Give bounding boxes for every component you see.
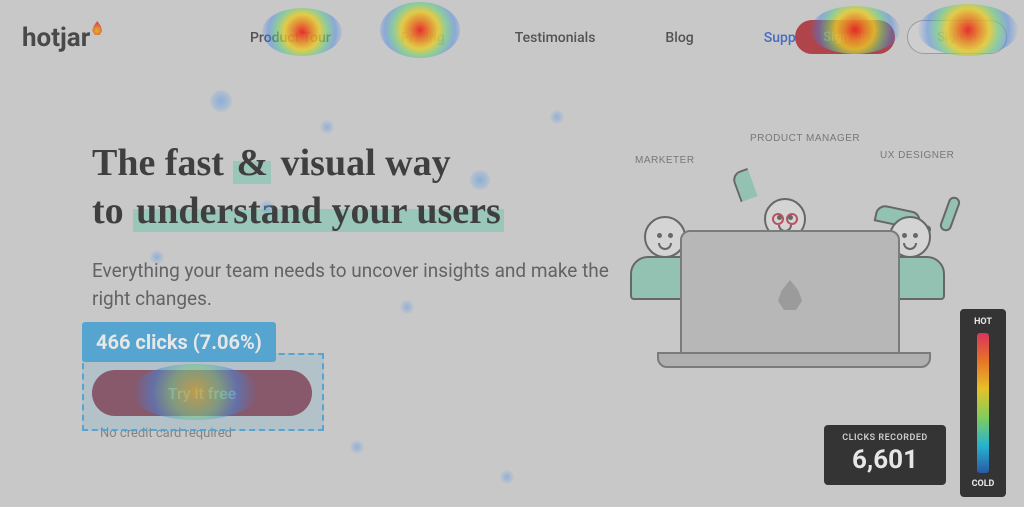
- heat-speck: [500, 470, 514, 484]
- heatmap-tooltip: 466 clicks (7.06%): [82, 322, 276, 362]
- heat-speck: [350, 440, 364, 454]
- hero-subtext: Everything your team needs to uncover in…: [92, 257, 612, 312]
- heat-scale: HOT COLD: [960, 309, 1006, 497]
- nav-blog[interactable]: Blog: [665, 30, 693, 46]
- hero-h1-hl: understand your users: [133, 190, 504, 232]
- clicks-recorded-label: CLICKS RECORDED: [824, 433, 946, 443]
- hero-h1-amp: &: [233, 142, 271, 184]
- hero-h1-b: visual way: [271, 142, 450, 184]
- hero-heading: The fast & visual way to understand your…: [92, 140, 612, 235]
- primary-nav: Product Tour Pricing Testimonials Blog S…: [250, 30, 814, 46]
- illus-laptop: [680, 230, 900, 360]
- hero: The fast & visual way to understand your…: [92, 140, 612, 312]
- try-free-button[interactable]: Try it free: [92, 370, 312, 416]
- page-root: hotjar Product Tour Pricing Testimonials…: [0, 0, 1024, 507]
- nav-product-tour[interactable]: Product Tour: [250, 30, 331, 46]
- clicks-recorded-value: 6,601: [824, 445, 946, 475]
- signin-label: Sign in: [937, 30, 977, 45]
- brand-logo[interactable]: hotjar: [22, 23, 102, 53]
- nav-testimonials[interactable]: Testimonials: [515, 30, 596, 46]
- clicks-recorded-panel: CLICKS RECORDED 6,601: [824, 425, 946, 485]
- scale-cold-label: COLD: [972, 479, 995, 489]
- hero-h1-a: The fast: [92, 142, 233, 184]
- signin-button[interactable]: Sign in: [907, 20, 1007, 54]
- flame-icon: [778, 280, 802, 310]
- signup-label: Sign up: [823, 30, 867, 45]
- heat-speck: [550, 110, 564, 124]
- flame-icon: [92, 21, 102, 35]
- role-pm: PRODUCT MANAGER: [750, 133, 860, 144]
- scale-gradient: [977, 333, 989, 473]
- hero-h1-c: to: [92, 190, 133, 232]
- nav-pricing[interactable]: Pricing: [401, 30, 445, 46]
- signup-button[interactable]: Sign up: [795, 20, 895, 54]
- try-free-label: Try it free: [168, 384, 236, 403]
- no-card-text: No credit card required: [100, 426, 232, 441]
- hero-illustration: [620, 150, 960, 360]
- brand-name: hotjar: [22, 23, 90, 53]
- scale-hot-label: HOT: [974, 317, 992, 327]
- heat-speck: [320, 120, 334, 134]
- heat-speck: [210, 90, 232, 112]
